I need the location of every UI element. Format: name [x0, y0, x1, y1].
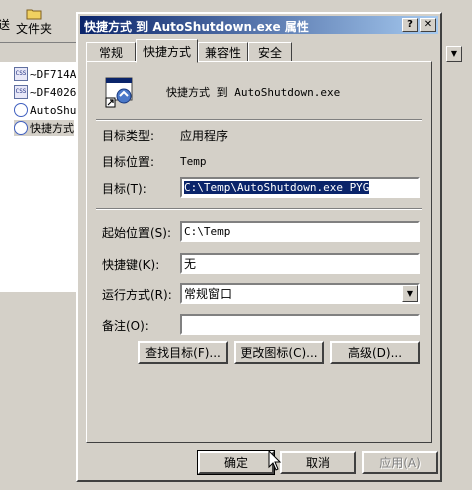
close-icon: ✕: [423, 19, 433, 30]
toolbar-send-label: 送: [0, 17, 11, 32]
run-value: 常规窗口: [184, 287, 233, 301]
list-item[interactable]: 快捷方式: [14, 120, 74, 136]
target-location-value: Temp: [180, 155, 207, 168]
explorer-right-area: [440, 42, 472, 490]
mouse-cursor-icon: [268, 450, 282, 471]
start-in-label: 起始位置(S):: [102, 226, 172, 240]
target-type-label: 目标类型:: [102, 129, 155, 143]
hotkey-value: 无: [184, 257, 197, 271]
comment-field[interactable]: [180, 314, 420, 335]
target-field-value: C:\Temp\AutoShutdown.exe PYG: [184, 181, 370, 194]
divider: [96, 208, 422, 210]
properties-dialog: 快捷方式 到 AutoShutdown.exe 属性 ? ✕ 常规 快捷方式 兼…: [76, 12, 442, 482]
button-label: 取消: [305, 456, 330, 470]
tab-general[interactable]: 常规: [86, 42, 136, 62]
tab-label: 常规: [98, 45, 123, 60]
tab-label: 快捷方式: [142, 44, 191, 59]
chevron-down-icon[interactable]: ▼: [402, 285, 418, 302]
list-item[interactable]: AutoShu: [14, 102, 76, 118]
close-button[interactable]: ✕: [420, 18, 436, 32]
target-location-label: 目标位置:: [102, 155, 155, 169]
dialog-titlebar[interactable]: 快捷方式 到 AutoShutdown.exe 属性 ? ✕: [80, 16, 438, 34]
tab-label: 兼容性: [204, 45, 241, 60]
app-icon: [14, 103, 28, 117]
file-name: ~DF4026: [30, 85, 77, 99]
explorer-left-pane: [0, 292, 80, 490]
list-item[interactable]: CSS ~DF714A: [14, 66, 76, 82]
shortcut-name: 快捷方式 到 AutoShutdown.exe: [166, 86, 341, 99]
button-label: 查找目标(F)...: [145, 346, 221, 360]
shortcut-app-icon: [105, 77, 133, 108]
start-in-field[interactable]: C:\Temp: [180, 221, 420, 242]
tmp-file-icon: CSS: [14, 85, 28, 99]
cancel-button[interactable]: 取消: [280, 451, 356, 474]
hotkey-field[interactable]: 无: [180, 253, 420, 274]
apply-button[interactable]: 应用(A): [362, 451, 438, 474]
start-in-value: C:\Temp: [184, 225, 231, 238]
tab-compatibility[interactable]: 兼容性: [198, 42, 248, 62]
target-type-value: 应用程序: [180, 129, 229, 143]
target-field[interactable]: C:\Temp\AutoShutdown.exe PYG: [180, 177, 420, 198]
find-target-button[interactable]: 查找目标(F)...: [138, 341, 228, 364]
change-icon-button[interactable]: 更改图标(C)...: [234, 341, 324, 364]
tab-security[interactable]: 安全: [248, 42, 292, 62]
file-name: ~DF714A: [30, 67, 77, 81]
dialog-title: 快捷方式 到 AutoShutdown.exe 属性: [84, 20, 309, 34]
folder-icon: [26, 9, 42, 20]
divider: [96, 119, 422, 121]
toolbar-folders-label: 文件夹: [16, 22, 53, 36]
file-name: AutoShu: [30, 103, 77, 117]
list-item[interactable]: CSS ~DF4026: [14, 84, 76, 100]
dropdown-arrow-icon[interactable]: ▼: [446, 46, 462, 62]
file-name: 快捷方式: [30, 122, 74, 135]
toolbar-send-button[interactable]: 送: [0, 8, 10, 40]
target-label: 目标(T):: [102, 182, 147, 196]
help-icon: ?: [407, 19, 413, 30]
advanced-button[interactable]: 高级(D)...: [330, 341, 420, 364]
run-select[interactable]: 常规窗口 ▼: [180, 283, 420, 304]
help-button[interactable]: ?: [402, 18, 418, 32]
toolbar-folders-button[interactable]: 文件夹: [16, 8, 52, 40]
shortcut-icon: [14, 121, 28, 135]
button-label: 更改图标(C)...: [240, 346, 318, 360]
tab-label: 安全: [257, 45, 282, 60]
comment-label: 备注(O):: [102, 319, 149, 333]
tmp-file-icon: CSS: [14, 67, 28, 81]
button-label: 应用(A): [379, 456, 421, 470]
run-label: 运行方式(R):: [102, 288, 172, 302]
ok-button[interactable]: 确定: [197, 450, 275, 475]
hotkey-label: 快捷键(K):: [102, 258, 160, 272]
button-label: 确定: [223, 456, 248, 470]
explorer-file-list: CSS ~DF714A CSS ~DF4026 AutoShu 快捷方式: [0, 62, 81, 292]
tab-shortcut[interactable]: 快捷方式: [136, 39, 198, 63]
button-label: 高级(D)...: [347, 346, 403, 360]
